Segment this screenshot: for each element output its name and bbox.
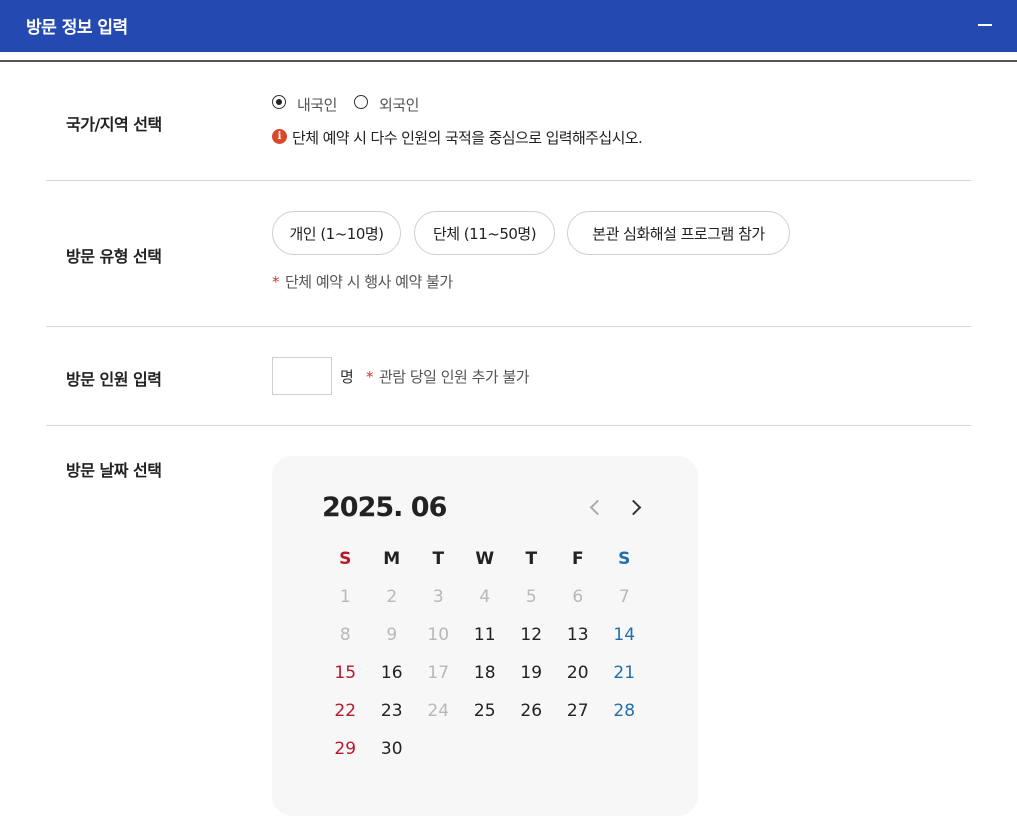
calendar-day[interactable]: 22 xyxy=(322,696,369,726)
calendar-day: 10 xyxy=(427,625,450,645)
nationality-info-text: 단체 예약 시 다수 인원의 국적을 중심으로 입력해주십시오. xyxy=(292,129,643,147)
section-title: 방문 정보 입력 xyxy=(26,18,128,38)
visitor-count-note: * 관람 당일 인원 추가 불가 xyxy=(366,366,530,387)
calendar-day[interactable]: 27 xyxy=(555,696,602,726)
weekday-header: T xyxy=(525,549,538,569)
visit-type-note: * 단체 예약 시 행사 예약 불가 xyxy=(272,271,453,292)
calendar-day: 3 xyxy=(432,587,444,607)
row-divider xyxy=(46,425,971,426)
radio-circle-icon xyxy=(354,95,368,109)
calendar-month-title: 2025. 06 xyxy=(322,492,447,523)
weekday-header: S xyxy=(618,549,631,569)
visitor-count-input[interactable] xyxy=(272,357,332,395)
calendar-day[interactable]: 29 xyxy=(322,734,369,764)
calendar-day: 4 xyxy=(479,587,491,607)
calendar-day[interactable]: 11 xyxy=(462,620,509,650)
visit-type-label: 방문 유형 선택 xyxy=(66,247,162,266)
next-month-button[interactable] xyxy=(624,494,648,522)
visitor-count-note-text: 관람 당일 인원 추가 불가 xyxy=(379,368,530,386)
radio-circle-icon xyxy=(272,95,286,109)
collapse-button[interactable] xyxy=(973,14,997,38)
required-star: * xyxy=(366,368,374,386)
visit-type-note-text: 단체 예약 시 행사 예약 불가 xyxy=(285,273,453,291)
chevron-right-icon xyxy=(625,499,642,516)
nationality-label: 국가/지역 선택 xyxy=(66,115,162,134)
row-divider xyxy=(46,180,971,181)
calendar-day: 9 xyxy=(386,625,398,645)
calendar-day: 6 xyxy=(572,587,584,607)
calendar-day[interactable]: 28 xyxy=(601,696,648,726)
minus-icon xyxy=(978,24,992,26)
date-calendar: 2025. 06 S M T W T F S 1 2 3 4 5 6 7 8 9 10 11 12 13 14 15 16 1… xyxy=(272,456,698,816)
calendar-day[interactable]: 20 xyxy=(555,658,602,688)
calendar-day[interactable]: 25 xyxy=(462,696,509,726)
visit-type-group-button[interactable]: 단체 (11~50명) xyxy=(414,211,555,255)
calendar-day[interactable]: 16 xyxy=(369,658,416,688)
calendar-day[interactable]: 19 xyxy=(508,658,555,688)
section-header: 방문 정보 입력 xyxy=(0,0,1017,52)
calendar-day[interactable]: 26 xyxy=(508,696,555,726)
calendar-day[interactable]: 15 xyxy=(322,658,369,688)
radio-foreign-label: 외국인 xyxy=(379,96,419,114)
calendar-day: 7 xyxy=(618,587,630,607)
weekday-header: W xyxy=(475,549,495,569)
header-divider xyxy=(0,60,1017,62)
visitor-count-unit: 명 xyxy=(340,368,354,386)
visit-date-label: 방문 날짜 선택 xyxy=(66,461,162,480)
calendar-day[interactable]: 12 xyxy=(508,620,555,650)
calendar-day: 17 xyxy=(427,663,450,683)
weekday-header: S xyxy=(339,549,352,569)
calendar-day[interactable]: 23 xyxy=(369,696,416,726)
row-divider xyxy=(46,326,971,327)
weekday-header: M xyxy=(383,549,401,569)
chevron-left-icon xyxy=(589,499,606,516)
weekday-header: T xyxy=(432,549,445,569)
calendar-day[interactable]: 18 xyxy=(462,658,509,688)
calendar-day: 2 xyxy=(386,587,398,607)
calendar-day: 8 xyxy=(339,625,351,645)
visit-type-program-button[interactable]: 본관 심화해설 프로그램 참가 xyxy=(567,211,790,255)
calendar-day[interactable]: 13 xyxy=(555,620,602,650)
prev-month-button[interactable] xyxy=(584,494,608,522)
calendar-day: 24 xyxy=(427,701,450,721)
visit-type-individual-button[interactable]: 개인 (1~10명) xyxy=(272,211,401,255)
radio-domestic[interactable]: 내국인 xyxy=(272,94,344,114)
calendar-day[interactable]: 21 xyxy=(601,658,648,688)
weekday-header: F xyxy=(571,549,584,569)
required-star: * xyxy=(272,273,280,291)
calendar-day: 5 xyxy=(525,587,537,607)
radio-dot-icon xyxy=(275,98,282,105)
radio-foreign[interactable]: 외국인 xyxy=(354,94,426,114)
calendar-day[interactable]: 30 xyxy=(369,734,416,764)
visitor-count-label: 방문 인원 입력 xyxy=(66,370,162,389)
calendar-day: 1 xyxy=(339,587,351,607)
info-icon: i xyxy=(272,129,287,144)
calendar-day[interactable]: 14 xyxy=(601,620,648,650)
radio-domestic-label: 내국인 xyxy=(297,96,337,114)
